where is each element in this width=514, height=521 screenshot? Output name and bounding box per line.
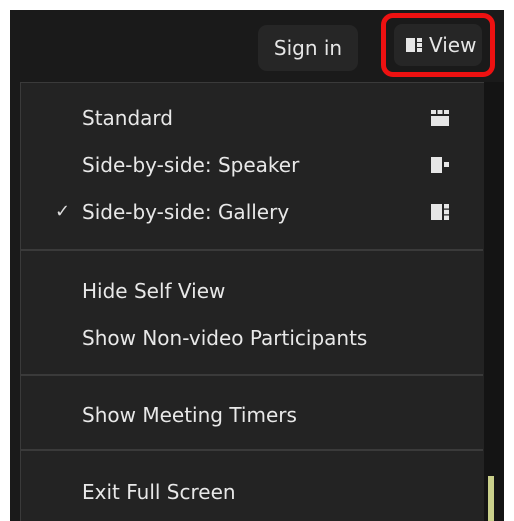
view-button-label: View [429,33,477,57]
sign-in-button[interactable]: Sign in [258,25,358,71]
menu-item-label: Side-by-side: Gallery [82,200,290,224]
menu-separator [21,249,483,251]
menu-item-label: Show Non-video Participants [82,326,368,350]
speaker-layout-icon [431,157,449,173]
menu-item-show-non-video-participants[interactable]: Show Non-video Participants [21,315,483,361]
view-button[interactable]: View [381,13,495,77]
view-layout-icon [406,38,422,52]
gallery-layout-icon [431,204,449,220]
menu-item-exit-full-screen[interactable]: Exit Full Screen [21,469,483,515]
top-toolbar: Sign in View [10,10,504,78]
grid-icon [431,110,449,126]
menu-item-label: Exit Full Screen [82,480,236,504]
view-button-body[interactable]: View [394,24,482,66]
app-window: Sign in View Standard Side-by-side: Spea… [10,10,504,521]
video-area-edge [484,82,504,521]
checkmark-icon: ✓ [55,201,71,222]
menu-item-show-meeting-timers[interactable]: Show Meeting Timers [21,392,483,438]
menu-item-label: Side-by-side: Speaker [82,153,300,177]
menu-item-hide-self-view[interactable]: Hide Self View [21,268,483,314]
menu-separator [21,374,483,376]
menu-separator [21,449,483,451]
menu-item-standard[interactable]: Standard [21,95,483,141]
menu-item-label: Hide Self View [82,279,226,303]
menu-item-side-by-side-gallery[interactable]: ✓ Side-by-side: Gallery [21,189,483,235]
menu-item-side-by-side-speaker[interactable]: Side-by-side: Speaker [21,142,483,188]
view-dropdown-menu: Standard Side-by-side: Speaker ✓ Side-by… [20,82,484,521]
menu-item-label: Standard [82,106,173,130]
active-speaker-border [488,476,494,521]
menu-item-label: Show Meeting Timers [82,403,297,427]
